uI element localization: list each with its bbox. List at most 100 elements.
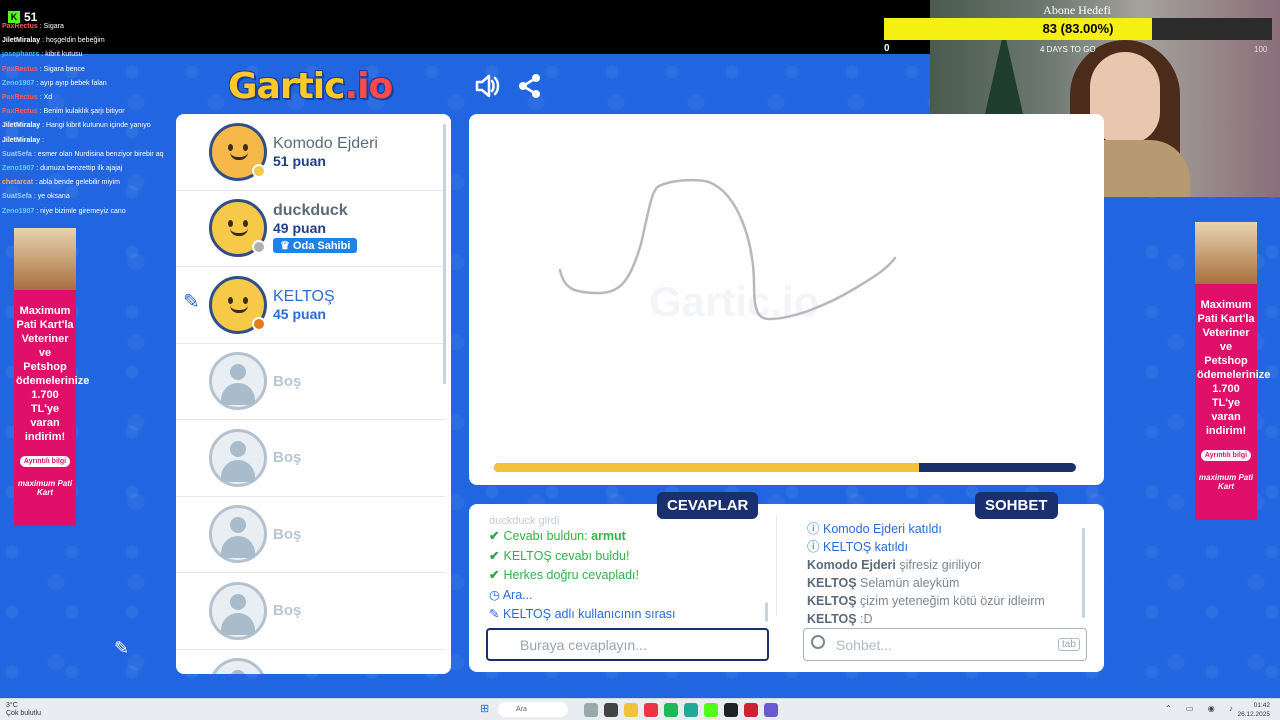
check-icon: ✔ <box>489 548 500 563</box>
empty-slot-label: Boş <box>273 525 302 543</box>
sound-toggle-button[interactable] <box>473 72 501 100</box>
chat-username: Zeno1907 <box>2 165 35 173</box>
app-icon[interactable] <box>744 703 758 717</box>
join-line: ⓘ Komodo Ejderi katıldı <box>807 520 1045 538</box>
log-text: KELTOŞ adlı kullanıcının sırası <box>502 607 676 621</box>
advert-right[interactable]: Maximum Pati Kart'la Veteriner ve Petsho… <box>1195 222 1270 520</box>
stream-chat-message: SuatSefa : esmer olan Nurdisina benziyor… <box>2 148 202 162</box>
clock-time: 01:42 <box>1253 702 1270 709</box>
chat-message-text: : ayıp ayıp bebek falan <box>34 79 107 87</box>
player-row[interactable]: ✎ KELTOŞ 45 puan <box>176 267 445 344</box>
pets-photo <box>1195 222 1257 284</box>
answer-input[interactable] <box>486 628 769 661</box>
stream-chat-message: chetarcat : abla bende gelebilir miyim <box>2 176 202 190</box>
player-row[interactable]: duckduck 49 puan ♛ Oda Sahibi <box>176 191 445 267</box>
pencil-icon: ✎ <box>489 607 503 621</box>
folder-icon[interactable] <box>624 703 638 717</box>
answers-log: duckduck girdi ✔ Cevabı buldun: armut ✔ KE… <box>489 516 676 625</box>
chat-message-text: : Sigara bence <box>37 65 85 73</box>
chat-text: çizim yeteneğim kötü özür idleirm <box>860 594 1045 608</box>
chat-username: SuatSefa <box>2 193 32 201</box>
log-line: ✔ Herkes doğru cevapladı! <box>489 566 676 586</box>
chat-username: PaxRectus <box>2 108 38 116</box>
empty-slot: Boş <box>176 344 445 420</box>
empty-slot-label: Boş <box>273 449 302 467</box>
advert-text: Maximum Pati Kart'la Veteriner ve Petsho… <box>16 305 90 443</box>
status-badge <box>252 240 266 255</box>
clock-date: 26.12.2025 <box>1237 711 1270 718</box>
app-icon[interactable] <box>584 703 598 717</box>
chat-message: Komodo Ejderi şifresiz giriliyor <box>807 556 1045 574</box>
stream-chat-message: JiletMiralay : hoşgeldin bebeğim <box>2 34 202 48</box>
pen-tool-icon[interactable]: ✎ <box>114 638 129 659</box>
app-icon[interactable] <box>724 703 738 717</box>
taskbar-clock[interactable]: 01:42 26.12.2025 <box>1237 701 1270 719</box>
chat-username: JiletMiralay <box>2 136 41 144</box>
taskbar-apps <box>584 703 778 717</box>
chat-text: şifresiz giriliyor <box>899 558 982 572</box>
check-icon: ✔ <box>489 568 500 582</box>
player-score: 45 puan <box>273 305 326 322</box>
tab-chat[interactable]: SOHBET <box>975 492 1058 519</box>
kick-icon[interactable] <box>704 703 718 717</box>
chat-author: KELTOŞ <box>807 594 857 608</box>
stream-chat-message: JiletMiralay : Hangi kibrit kutunun için… <box>2 119 202 133</box>
speaker-icon <box>475 74 500 98</box>
advert-more-link[interactable]: Ayrıntılı bilgi <box>1200 450 1252 461</box>
tab-answers[interactable]: CEVAPLAR <box>657 492 759 519</box>
found-word: armut <box>591 529 626 543</box>
chat-username: josephanrs <box>2 51 40 59</box>
empty-avatar-icon <box>209 352 267 411</box>
stream-chat-overlay: PaxRectus : Sigara JiletMiralay : hoşgeld… <box>2 20 202 219</box>
answers-panel: duckduck girdi ✔ Cevabı buldun: armut ✔ KE… <box>469 504 776 672</box>
chat-message: KELTOŞ Selamün aleyküm <box>807 574 1045 592</box>
stream-chat-message: josephanrs : kibrit kutusu <box>2 48 202 62</box>
app-icon[interactable] <box>764 703 778 717</box>
player-score: 51 puan <box>273 152 326 169</box>
answers-scrollbar[interactable] <box>765 602 768 622</box>
log-text: Ara... <box>502 587 533 602</box>
chat-author: KELTOŞ <box>807 612 857 626</box>
chat-username: PaxRectus <box>2 23 38 30</box>
gartic-logo[interactable]: Gartic.io <box>228 66 393 107</box>
weather-temp: 3°C <box>6 702 18 709</box>
pets-photo <box>14 228 76 290</box>
windows-taskbar: 3°C Çok bulutlu ⊞ Ara ⌃ ▭ ◉ ♪ 01:42 26.1… <box>0 698 1280 720</box>
players-scrollbar[interactable] <box>443 124 446 384</box>
spotify-icon[interactable] <box>664 703 678 717</box>
owner-label: Oda Sahibi <box>292 240 351 253</box>
join-line: ⓘ KELTOŞ katıldı <box>807 538 1045 556</box>
chat-message-text: : Benim kulaklık şarjı bitiyor <box>37 108 125 116</box>
chat-input[interactable] <box>803 628 1087 661</box>
stream-chat-message: Zeno1907 : ayıp ayıp bebek falan <box>2 77 202 91</box>
room-owner-badge: ♛ Oda Sahibi <box>273 238 358 254</box>
status-badge <box>252 316 266 331</box>
player-row[interactable]: Komodo Ejderi 51 puan <box>176 114 445 191</box>
chat-message-text: : niye bizimle giremeyiz cano <box>34 207 126 215</box>
app-icon[interactable] <box>684 703 698 717</box>
chat-text: :D <box>860 612 873 626</box>
chat-username: PaxRectus <box>2 94 38 102</box>
advert-more-link[interactable]: Ayrıntılı bilgi <box>19 456 71 467</box>
taskbar-search[interactable]: Ara <box>498 702 568 717</box>
log-faded-line: duckduck girdi <box>489 515 560 527</box>
chat-message-text: : abla bende gelebilir miyim <box>33 179 120 187</box>
chat-message-text: : ye oksana <box>31 193 70 201</box>
goal-max: 100 <box>1254 45 1268 54</box>
stream-chat-message: PaxRectus : Sigara bence <box>2 63 202 77</box>
chat-message-text: : dumuza benzettip ilk ajajaj <box>34 165 123 173</box>
advert-left[interactable]: Maximum Pati Kart'la Veteriner ve Petsho… <box>14 228 90 526</box>
share-button[interactable] <box>516 72 544 100</box>
windows-start-icon[interactable]: ⊞ <box>480 704 491 715</box>
found-prefix: Cevabı buldun: <box>503 529 588 543</box>
chat-message-text: : kibrit kutusu <box>39 51 83 59</box>
stream-chat-message: SuatSefa : ye oksana <box>2 190 202 204</box>
weather-widget[interactable]: 3°C Çok bulutlu <box>6 702 41 718</box>
system-tray[interactable]: ⌃ ▭ ◉ ♪ <box>1165 704 1239 713</box>
drawing-canvas[interactable]: Gartic.io <box>469 114 1104 485</box>
browser-icon[interactable] <box>644 703 658 717</box>
app-icon[interactable] <box>604 703 618 717</box>
chat-scrollbar[interactable] <box>1082 528 1085 618</box>
empty-slot: Boş <box>176 573 445 650</box>
goal-title: Abone Hedefi <box>1043 3 1111 17</box>
